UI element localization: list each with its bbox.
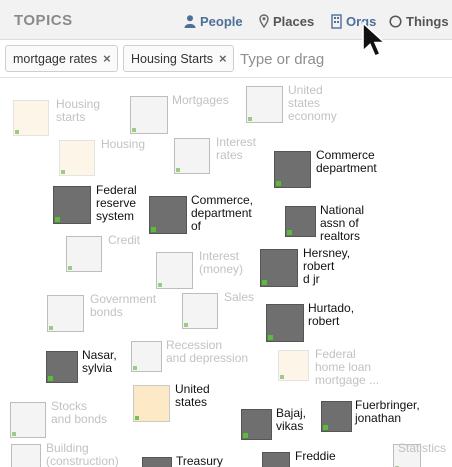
topic-tile-label: Nasar, sylvia <box>82 348 117 375</box>
panel-title: TOPICS <box>14 12 73 29</box>
topic-tile-indicator <box>15 130 19 134</box>
topic-tile-swatch <box>10 402 46 438</box>
topic-tile-label: Federal reserve system <box>96 183 137 223</box>
topic-tile-indicator <box>184 323 188 327</box>
topic-tile-label: Freddie <box>295 449 336 463</box>
topic-tile-label: Commerce department <box>316 148 377 175</box>
topic-tile-label: Interest rates <box>216 135 257 162</box>
topic-tile-swatch <box>131 341 162 372</box>
topic-tile-swatch <box>149 196 187 234</box>
facet-people[interactable]: People <box>184 11 243 31</box>
facet-things-label: Things <box>406 13 449 29</box>
topic-tile-indicator <box>61 170 65 174</box>
mouse-pointer-icon <box>362 21 387 58</box>
topic-tile-indicator <box>248 117 252 121</box>
facet-people-label: People <box>200 13 243 29</box>
topic-tile-indicator <box>158 283 162 287</box>
topic-tile-swatch <box>46 351 78 383</box>
topic-tile-swatch <box>130 96 168 134</box>
topic-tile-swatch <box>53 186 91 224</box>
facet-places[interactable]: Places <box>259 11 314 31</box>
topic-tile-label: Interest (money) <box>199 249 244 276</box>
topic-tile-swatch <box>156 252 193 289</box>
topic-tile-swatch <box>321 401 352 432</box>
topic-tile-swatch <box>241 409 272 440</box>
topic-tile-swatch <box>246 86 283 123</box>
person-icon <box>184 14 196 28</box>
filter-chip-housing-starts[interactable]: Housing Starts × <box>123 45 234 72</box>
topic-tile-label: Bajaj, vikas <box>276 406 307 433</box>
topic-tile-label: Commerce, department of <box>191 193 254 233</box>
topic-tile-label: Federal home loan mortgage ... <box>315 347 380 387</box>
topic-tile-label: National assn of realtors <box>320 203 365 243</box>
topic-tile-swatch <box>133 385 170 422</box>
topic-tile-indicator <box>132 128 136 132</box>
topic-tile-label: Credit <box>108 233 141 247</box>
topic-tile-indicator <box>268 335 273 340</box>
topic-tile-label: Fuerbringer, jonathan <box>355 398 420 425</box>
topic-tile-label: United states <box>175 382 210 409</box>
topic-tile-swatch <box>260 249 298 287</box>
circle-icon <box>389 14 402 28</box>
filter-chip-label: mortgage rates <box>13 51 98 66</box>
topic-tile-indicator <box>68 266 72 270</box>
topic-tile-indicator <box>151 227 156 232</box>
topic-tile-label: Stocks and bonds <box>51 399 108 426</box>
topic-tile-label: Government bonds <box>90 292 157 319</box>
topic-tile-label: Mortgages <box>172 93 229 107</box>
topic-tile-swatch <box>274 151 311 188</box>
filter-chip-mortgage-rates[interactable]: mortgage rates × <box>5 45 118 72</box>
topic-tile-label: Recession and depression <box>166 338 249 365</box>
map-pin-icon <box>259 14 269 28</box>
topic-canvas: Housing starts Mortgages United states eco… <box>0 79 452 467</box>
topic-tile-indicator <box>262 280 267 285</box>
topic-tile-swatch <box>11 444 41 467</box>
topic-tile-indicator <box>323 425 328 430</box>
topic-tile-label: Housing starts <box>56 97 101 124</box>
topic-tile-swatch <box>59 140 95 176</box>
topic-tile-label: Building (construction) <box>46 441 119 467</box>
topic-tile-swatch <box>285 206 316 237</box>
topic-tile-label: Housing <box>101 137 146 151</box>
topic-tile-indicator <box>276 181 281 186</box>
topic-tile-swatch <box>182 293 218 329</box>
topic-tile-indicator <box>12 432 16 436</box>
topic-tile-indicator <box>280 375 284 379</box>
topic-tile-indicator <box>49 326 53 330</box>
topic-tile-label: Statistics <box>398 441 447 455</box>
topic-tile-swatch <box>142 457 172 467</box>
topic-tile-label: Hurtado, robert <box>308 301 355 328</box>
topic-tile-swatch <box>13 100 49 136</box>
topic-tile-label: United states economy <box>288 83 337 123</box>
topic-tile-indicator <box>55 217 60 222</box>
topic-tile-indicator <box>176 168 180 172</box>
topic-tile-label: Hersney, robert d jr <box>303 246 351 286</box>
filter-chip-label: Housing Starts <box>131 51 213 66</box>
topic-tile-label: Treasury <box>176 454 223 467</box>
topic-tile-swatch <box>174 138 210 174</box>
topic-tile-swatch <box>266 304 304 342</box>
topic-tile-indicator <box>133 366 137 370</box>
building-icon <box>331 13 342 29</box>
remove-chip-icon[interactable]: × <box>219 51 227 66</box>
topic-tile-indicator <box>243 433 248 438</box>
topic-tile-indicator <box>48 376 53 381</box>
remove-chip-icon[interactable]: × <box>103 51 111 66</box>
facet-things[interactable]: Things <box>389 11 449 31</box>
topic-tile-swatch <box>262 452 290 467</box>
topic-tile-indicator <box>135 416 139 420</box>
topic-tile-swatch <box>47 295 84 332</box>
topic-tile-swatch <box>66 236 102 272</box>
topic-search-input[interactable] <box>240 46 445 72</box>
topic-tile-indicator <box>287 230 292 235</box>
topic-tile-label: Sales <box>224 290 255 304</box>
topic-tile-swatch <box>278 350 309 381</box>
facet-places-label: Places <box>273 13 315 29</box>
